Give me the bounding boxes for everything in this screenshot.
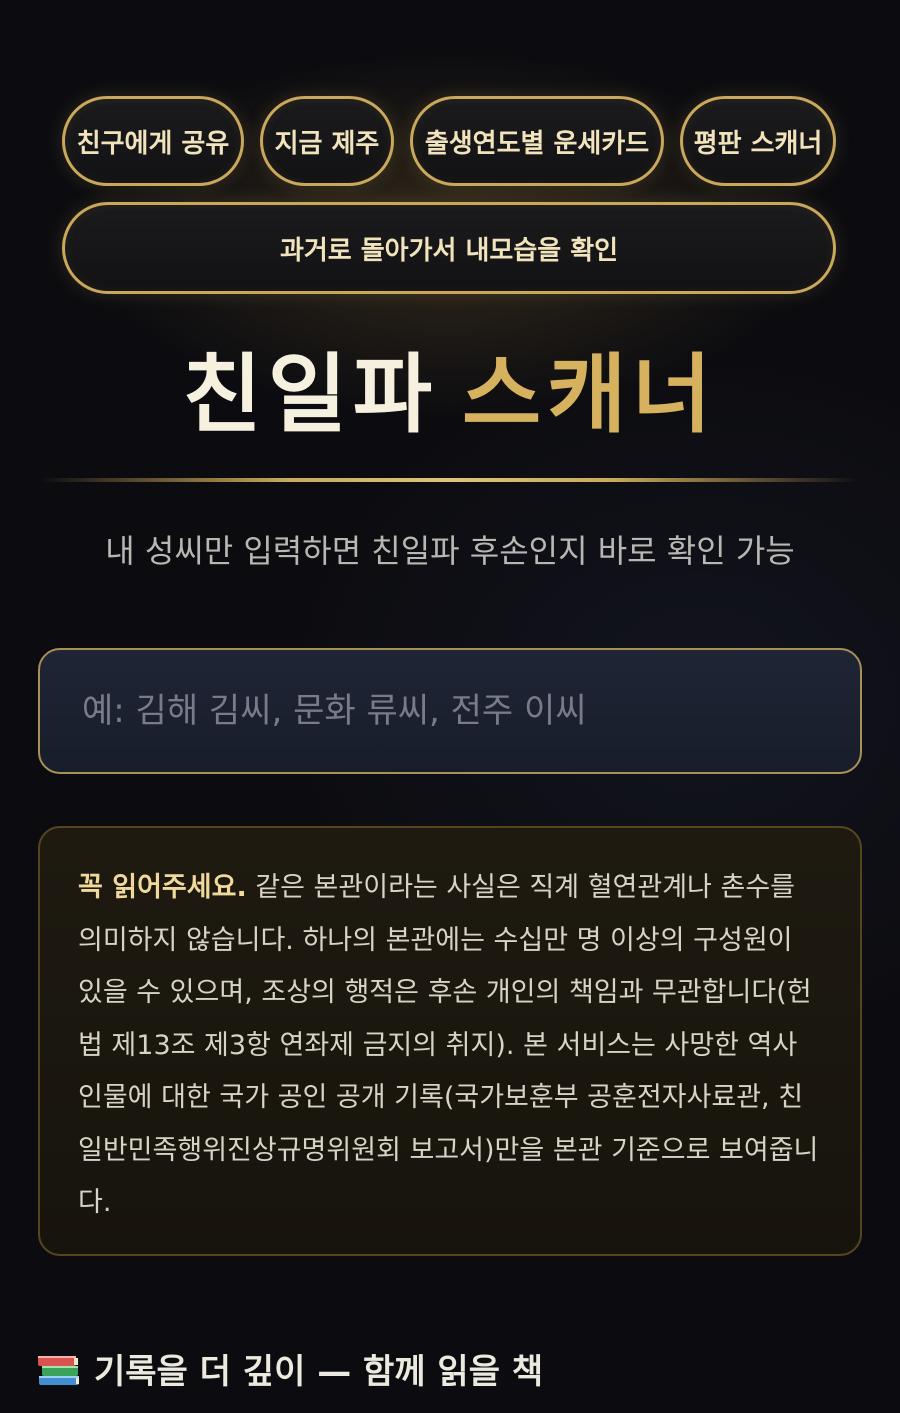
surname-search-input[interactable] <box>40 650 860 772</box>
notice-lead: 꼭 읽어주세요. <box>78 872 247 903</box>
page: 친구에게 공유 지금 제주 출생연도별 운세카드 평판 스캐너 과거로 돌아가서… <box>0 0 900 1413</box>
share-button[interactable]: 친구에게 공유 <box>62 96 244 186</box>
page-title-part2: 스캐너 <box>462 344 718 445</box>
notice-body: 같은 본관이라는 사실은 직계 혈연관계나 촌수를 의미하지 않습니다. 하나의… <box>78 872 819 1218</box>
surname-search-box <box>38 648 862 774</box>
fortune-card-button[interactable]: 출생연도별 운세카드 <box>410 96 664 186</box>
books-section-title: 기록을 더 깊이 — 함께 읽을 책 <box>94 1351 544 1392</box>
page-subtitle: 내 성씨만 입력하면 친일파 후손인지 바로 확인 가능 <box>105 532 795 570</box>
books-icon <box>38 1356 79 1385</box>
past-self-button[interactable]: 과거로 돌아가서 내모습을 확인 <box>62 202 836 294</box>
reputation-scanner-button[interactable]: 평판 스캐너 <box>680 96 836 186</box>
title-divider <box>40 478 860 482</box>
jeju-button[interactable]: 지금 제주 <box>260 96 394 186</box>
page-title-part1: 친일파 <box>182 344 438 445</box>
books-section-heading: 기록을 더 깊이 — 함께 읽을 책 <box>36 1340 543 1396</box>
notice-box: 꼭 읽어주세요. 같은 본관이라는 사실은 직계 혈연관계나 촌수를 의미하지 … <box>38 826 862 1256</box>
page-title: 친일파 스캐너 <box>0 340 900 450</box>
